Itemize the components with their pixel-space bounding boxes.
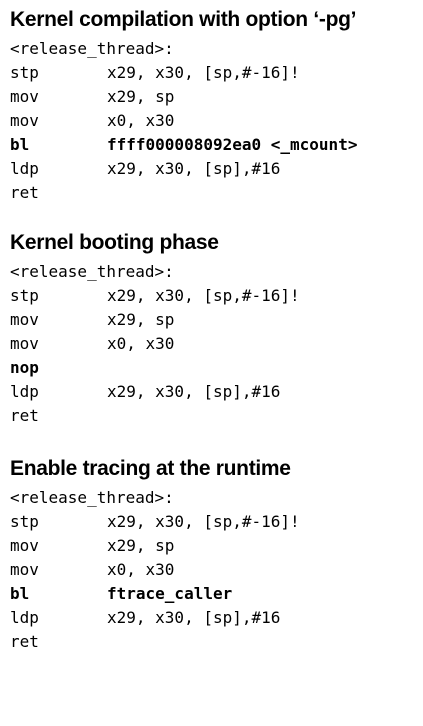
instruction-line: mov x29, sp [10, 85, 420, 109]
instruction-operands: x29, x30, [sp],#16 [107, 382, 281, 401]
instruction-mnemonic: mov [10, 310, 39, 329]
instruction-mnemonic: stp [10, 512, 39, 531]
function-label: <release_thread>: [10, 39, 174, 58]
instruction-mnemonic: ret [10, 632, 39, 651]
instruction-line: stp x29, x30, [sp,#-16]! [10, 510, 420, 534]
instruction-operands: x29, x30, [sp,#-16]! [107, 63, 300, 82]
instruction-mnemonic: mov [10, 560, 39, 579]
instruction-mnemonic: bl [10, 584, 30, 603]
instruction-operands: ftrace_caller [107, 584, 233, 603]
instruction-line: ret [10, 181, 420, 205]
section-booting-phase: Kernel booting phase <release_thread>: s… [10, 230, 420, 428]
section-heading: Kernel booting phase [10, 231, 219, 254]
instruction-mnemonic: mov [10, 334, 39, 353]
instruction-operands: x29, x30, [sp],#16 [107, 608, 281, 627]
instruction-line: mov x29, sp [10, 534, 420, 558]
instruction-line: ret [10, 404, 420, 428]
instruction-line: ldp x29, x30, [sp],#16 [10, 157, 420, 181]
instruction-line-highlighted: bl ffff000008092ea0 <_mcount> [10, 133, 420, 157]
instruction-mnemonic: mov [10, 111, 39, 130]
instruction-mnemonic: mov [10, 87, 39, 106]
instruction-mnemonic: ret [10, 183, 39, 202]
instruction-line-highlighted: nop [10, 356, 420, 380]
instruction-mnemonic: nop [10, 358, 39, 377]
instruction-mnemonic: stp [10, 286, 39, 305]
function-label-line: <release_thread>: [10, 260, 420, 284]
instruction-operands: x29, x30, [sp,#-16]! [107, 512, 300, 531]
instruction-operands: x0, x30 [107, 334, 175, 353]
instruction-mnemonic: mov [10, 536, 39, 555]
function-label: <release_thread>: [10, 262, 174, 281]
instruction-line: mov x0, x30 [10, 332, 420, 356]
instruction-line: stp x29, x30, [sp,#-16]! [10, 284, 420, 308]
function-label: <release_thread>: [10, 488, 174, 507]
instruction-mnemonic: bl [10, 135, 30, 154]
instruction-line: ret [10, 630, 420, 654]
instruction-line: mov x0, x30 [10, 558, 420, 582]
instruction-operands: x29, sp [107, 310, 175, 329]
instruction-mnemonic: ldp [10, 159, 39, 178]
function-label-line: <release_thread>: [10, 37, 420, 61]
instruction-mnemonic: ldp [10, 382, 39, 401]
instruction-line: mov x0, x30 [10, 109, 420, 133]
function-label-line: <release_thread>: [10, 486, 420, 510]
instruction-operands: x29, sp [107, 87, 175, 106]
instruction-line: ldp x29, x30, [sp],#16 [10, 606, 420, 630]
instruction-line: ldp x29, x30, [sp],#16 [10, 380, 420, 404]
instruction-mnemonic: ldp [10, 608, 39, 627]
section-pg-compilation: Kernel compilation with option ‘-pg’ <re… [10, 7, 420, 205]
instruction-operands: x29, x30, [sp],#16 [107, 159, 281, 178]
section-heading: Kernel compilation with option ‘-pg’ [10, 8, 357, 31]
instruction-mnemonic: stp [10, 63, 39, 82]
section-heading: Enable tracing at the runtime [10, 457, 291, 480]
instruction-mnemonic: ret [10, 406, 39, 425]
instruction-line: stp x29, x30, [sp,#-16]! [10, 61, 420, 85]
section-runtime-tracing: Enable tracing at the runtime <release_t… [10, 456, 420, 654]
instruction-operands: x0, x30 [107, 111, 175, 130]
instruction-operands: x0, x30 [107, 560, 175, 579]
instruction-operands: x29, x30, [sp,#-16]! [107, 286, 300, 305]
instruction-line-highlighted: bl ftrace_caller [10, 582, 420, 606]
instruction-operands: ffff000008092ea0 <_mcount> [107, 135, 358, 154]
instruction-line: mov x29, sp [10, 308, 420, 332]
instruction-operands: x29, sp [107, 536, 175, 555]
